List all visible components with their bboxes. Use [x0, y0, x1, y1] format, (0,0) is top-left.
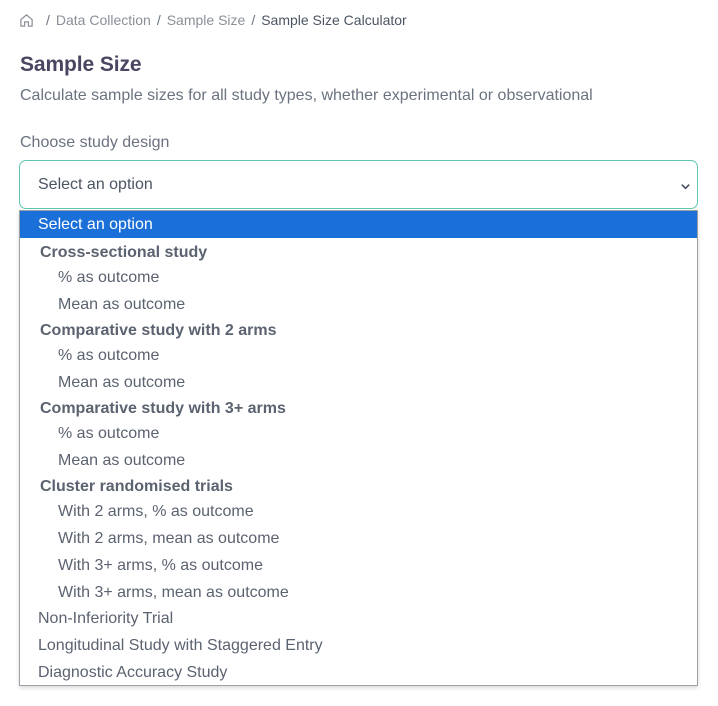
- study-design-select[interactable]: Select an option: [19, 160, 698, 209]
- dropdown-option[interactable]: With 2 arms, mean as outcome: [20, 525, 697, 552]
- dropdown-option[interactable]: % as outcome: [20, 420, 697, 447]
- page-title: Sample Size: [20, 53, 142, 76]
- study-design-dropdown-list: Select an option Cross-sectional study % a…: [19, 210, 698, 686]
- chevron-down-icon: [680, 179, 691, 190]
- home-icon[interactable]: [19, 13, 34, 28]
- dropdown-optgroup-label: Comparative study with 2 arms: [40, 322, 277, 339]
- breadcrumb-separator: /: [156, 12, 161, 28]
- dropdown-option[interactable]: Mean as outcome: [20, 447, 697, 474]
- breadcrumb-current: Sample Size Calculator: [261, 12, 407, 28]
- study-design-selected-value: Select an option: [38, 175, 153, 193]
- dropdown-option[interactable]: With 3+ arms, % as outcome: [20, 552, 697, 579]
- dropdown-option[interactable]: % as outcome: [20, 342, 697, 369]
- page-subtitle: Calculate sample sizes for all study typ…: [20, 87, 593, 104]
- dropdown-optgroup-label: Comparative study with 3+ arms: [40, 400, 286, 417]
- dropdown-option[interactable]: Non-Inferiority Trial: [20, 605, 697, 632]
- dropdown-option[interactable]: Diagnostic Accuracy Study: [20, 659, 697, 685]
- dropdown-option[interactable]: % as outcome: [20, 264, 697, 291]
- breadcrumb-separator: /: [251, 12, 256, 28]
- breadcrumb-data-collection[interactable]: Data Collection: [56, 12, 151, 28]
- dropdown-option[interactable]: Mean as outcome: [20, 369, 697, 396]
- dropdown-option[interactable]: With 3+ arms, mean as outcome: [20, 579, 697, 606]
- dropdown-option[interactable]: Longitudinal Study with Staggered Entry: [20, 632, 697, 659]
- dropdown-optgroup-label: Cross-sectional study: [40, 244, 208, 261]
- dropdown-option[interactable]: With 2 arms, % as outcome: [20, 498, 697, 525]
- breadcrumb-sample-size[interactable]: Sample Size: [167, 12, 246, 28]
- breadcrumb-separator: /: [46, 12, 50, 28]
- study-design-label: Choose study design: [20, 134, 170, 151]
- dropdown-option[interactable]: Mean as outcome: [20, 291, 697, 318]
- breadcrumb: / Data Collection / Sample Size / Sample…: [19, 11, 407, 29]
- dropdown-optgroup-label: Cluster randomised trials: [40, 478, 233, 495]
- dropdown-option[interactable]: Select an option: [20, 211, 697, 238]
